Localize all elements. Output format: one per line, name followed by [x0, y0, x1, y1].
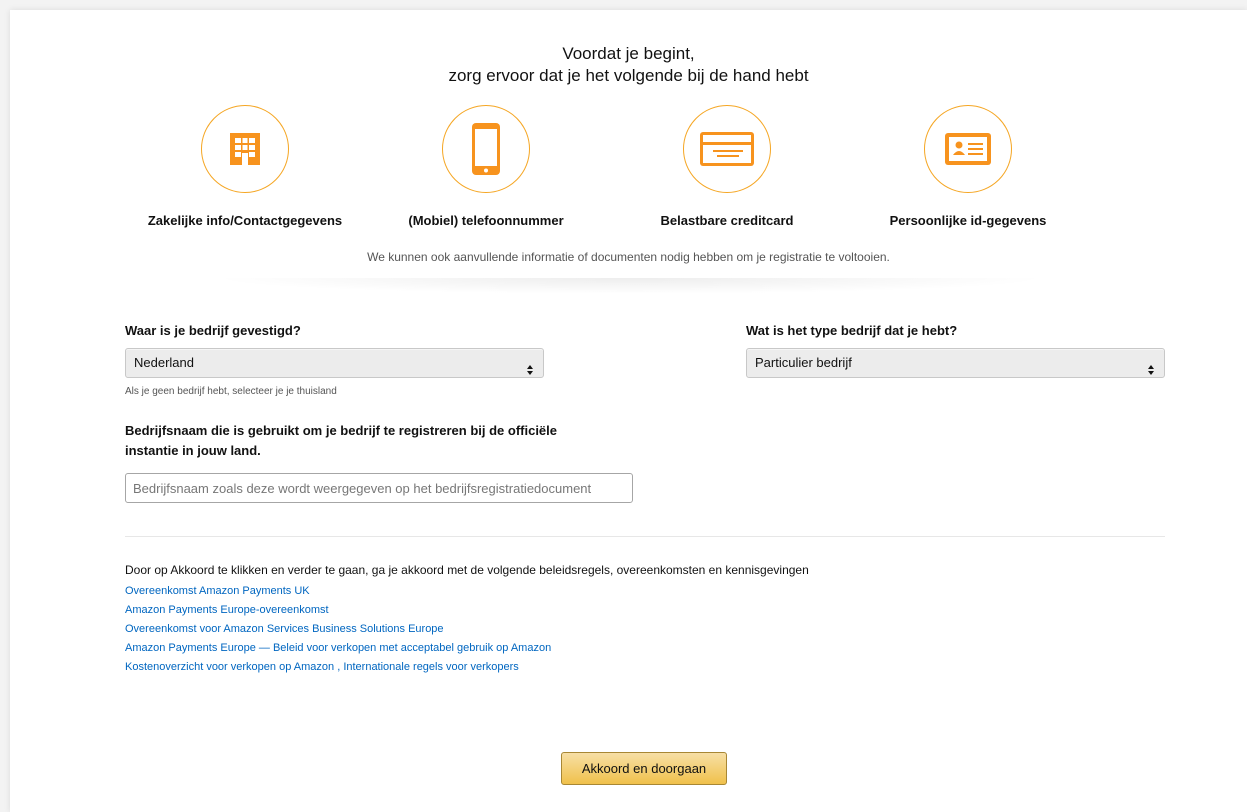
section-divider-shadow	[210, 278, 1050, 294]
requirement-id: Persoonlijke id-gegevens	[848, 105, 1088, 228]
country-hint: Als je geen bedrijf hebt, selecteer je j…	[125, 386, 337, 397]
link-acceptable-use-policy[interactable]: Amazon Payments Europe — Beleid voor ver…	[125, 639, 551, 658]
registration-card: Voordat je begint, zorg ervoor dat je he…	[10, 10, 1247, 812]
country-label: Waar is je bedrijf gevestigd?	[125, 323, 301, 338]
link-international-rules[interactable]: Internationale regels voor verkopers	[343, 661, 518, 673]
country-select-value: Nederland	[134, 355, 194, 370]
link-amazon-payments-europe[interactable]: Amazon Payments Europe-overeenkomst	[125, 601, 551, 620]
mobile-phone-icon	[442, 105, 530, 193]
company-name-input[interactable]	[125, 473, 633, 503]
business-type-select[interactable]: Particulier bedrijf	[746, 348, 1165, 378]
requirement-label: Persoonlijke id-gegevens	[889, 213, 1047, 228]
legal-intro: Door op Akkoord te klikken en verder te …	[125, 563, 809, 577]
business-type-label: Wat is het type bedrijf dat je hebt?	[746, 323, 958, 338]
requirement-credit-card: Belastbare creditcard	[607, 105, 847, 228]
legal-links: Overeenkomst Amazon Payments UK Amazon P…	[125, 582, 551, 677]
agree-continue-button[interactable]: Akkoord en doorgaan	[561, 752, 727, 785]
requirement-label: (Mobiel) telefoonnummer	[408, 213, 564, 228]
requirement-phone: (Mobiel) telefoonnummer	[366, 105, 606, 228]
intro-line-1: Voordat je begint,	[562, 44, 695, 63]
divider	[125, 536, 1165, 537]
requirement-label: Belastbare creditcard	[660, 213, 794, 228]
intro-line-2: zorg ervoor dat je het volgende bij de h…	[448, 66, 809, 85]
company-name-label-line-1: Bedrijfsnaam die is gebruikt om je bedri…	[125, 423, 558, 438]
link-separator: ,	[337, 661, 341, 673]
country-select[interactable]: Nederland	[125, 348, 544, 378]
intro-heading: Voordat je begint, zorg ervoor dat je he…	[10, 43, 1247, 87]
company-name-label: Bedrijfsnaam die is gebruikt om je bedri…	[125, 421, 557, 461]
requirement-business-info: Zakelijke info/Contactgegevens	[125, 105, 365, 228]
id-card-icon	[924, 105, 1012, 193]
link-fee-overview[interactable]: Kostenoverzicht voor verkopen op Amazon	[125, 661, 334, 673]
business-type-select-value: Particulier bedrijf	[755, 355, 852, 370]
select-arrows-icon	[526, 358, 534, 375]
additional-info-note: We kunnen ook aanvullende informatie of …	[367, 250, 890, 264]
company-name-label-line-2: instantie in jouw land.	[125, 443, 261, 458]
legal-fee-links-row: Kostenoverzicht voor verkopen op Amazon …	[125, 658, 551, 677]
link-amazon-payments-uk[interactable]: Overeenkomst Amazon Payments UK	[125, 582, 551, 601]
building-icon	[201, 105, 289, 193]
select-arrows-icon	[1147, 358, 1155, 375]
link-services-business-solutions[interactable]: Overeenkomst voor Amazon Services Busine…	[125, 620, 551, 639]
credit-card-icon	[683, 105, 771, 193]
requirement-label: Zakelijke info/Contactgegevens	[147, 213, 343, 228]
requirements-list: Zakelijke info/Contactgegevens (Mobiel) …	[10, 105, 1247, 235]
